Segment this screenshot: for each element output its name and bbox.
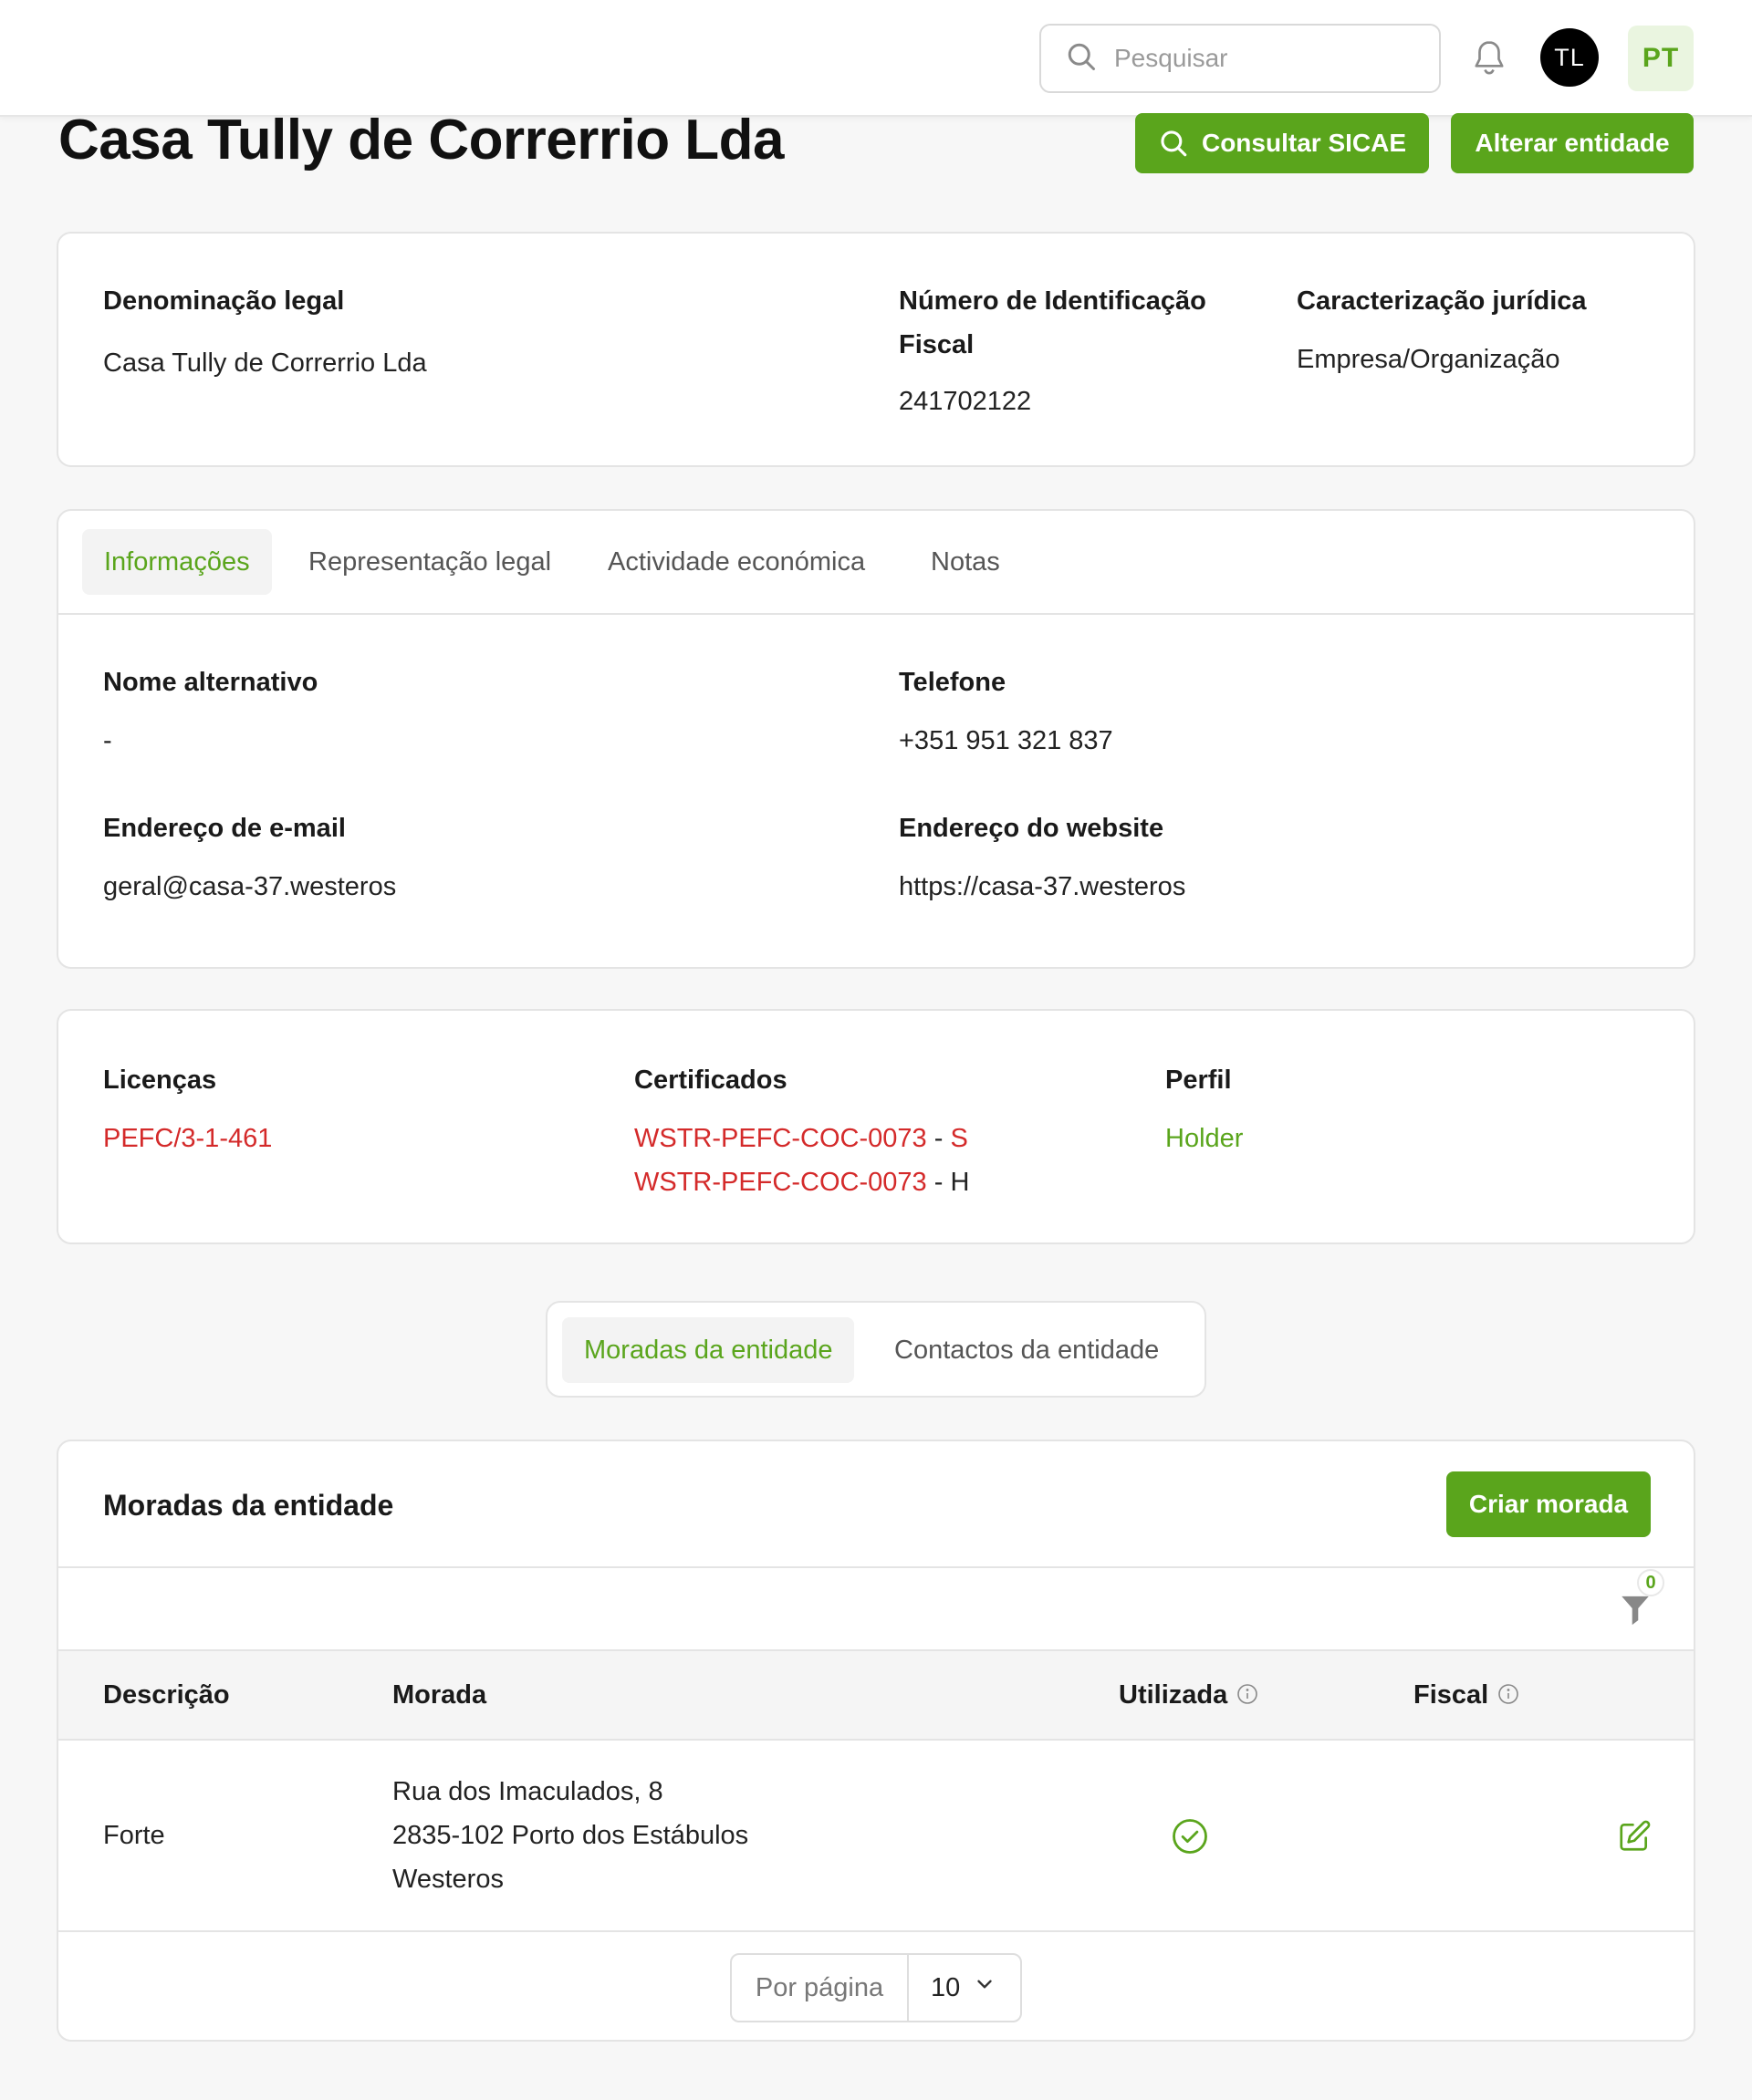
certificate-link[interactable]: WSTR-PEFC-COC-0073 <box>634 1168 927 1197</box>
row-description: Forte <box>103 1821 165 1850</box>
licenses-label: Licenças <box>103 1066 217 1095</box>
per-page-value: 10 <box>931 1972 961 2002</box>
certificates-label: Certificados <box>634 1066 787 1095</box>
user-avatar[interactable]: TL <box>1540 28 1599 87</box>
entity-info-card: Informações Representação legal Activida… <box>57 509 1695 969</box>
tab-contactos-da-entidade[interactable]: Contactos da entidade <box>872 1317 1181 1383</box>
create-address-button[interactable]: Criar morada <box>1446 1471 1651 1537</box>
divider <box>58 1566 1694 1568</box>
nif-label-line2: Fiscal <box>899 330 975 359</box>
column-fiscal-label: Fiscal <box>1413 1680 1489 1710</box>
entity-summary-card: Denominação legal Casa Tully de Correrri… <box>57 232 1695 467</box>
per-page-selector: Por página 10 <box>730 1953 1022 2022</box>
info-icon[interactable] <box>1236 1682 1258 1704</box>
nif-label-line1: Número de Identificação <box>899 286 1206 316</box>
nif-label: Número de Identificação Fiscal <box>899 279 1206 367</box>
bell-icon[interactable] <box>1471 38 1507 78</box>
column-fiscal: Fiscal <box>1413 1680 1519 1710</box>
addresses-title: Moradas da entidade <box>103 1489 394 1522</box>
consult-sicae-label: Consultar SICAE <box>1201 129 1407 157</box>
profile-value[interactable]: Holder <box>1165 1117 1243 1160</box>
table-header: Descrição Morada Utilizada Fiscal <box>58 1649 1694 1741</box>
column-descricao: Descrição <box>103 1680 230 1710</box>
language-selector[interactable]: PT <box>1628 26 1694 91</box>
info-icon[interactable] <box>1497 1682 1519 1704</box>
tab-actividade-economica[interactable]: Actividade económica <box>586 529 887 595</box>
row-address: Rua dos Imaculados, 8 2835-102 Porto dos… <box>392 1770 748 1901</box>
addresses-card: Moradas da entidade Criar morada 0 Descr… <box>57 1440 1695 2042</box>
legal-type-value: Empresa/Organização <box>1297 345 1560 374</box>
tab-representacao-legal[interactable]: Representação legal <box>287 529 573 595</box>
filter-count-badge: 0 <box>1637 1569 1664 1596</box>
licenses-card: Licenças PEFC/3-1-461 Certificados WSTR-… <box>57 1009 1695 1244</box>
license-link[interactable]: PEFC/3-1-461 <box>103 1117 272 1160</box>
website-label: Endereço do website <box>899 814 1164 843</box>
profile-label: Perfil <box>1165 1066 1232 1095</box>
legal-type-label: Caracterização jurídica <box>1297 286 1587 316</box>
phone-label: Telefone <box>899 668 1006 697</box>
address-line: 2835-102 Porto dos Estábulos <box>392 1821 749 1850</box>
edit-entity-button[interactable]: Alterar entidade <box>1451 113 1694 173</box>
certificate-item: WSTR-PEFC-COC-0073 - H <box>634 1160 969 1204</box>
edit-icon[interactable] <box>1617 1819 1652 1854</box>
alt-name-label: Nome alternativo <box>103 668 318 697</box>
certificate-separator: - <box>926 1168 951 1197</box>
nif-value: 241702122 <box>899 387 1032 416</box>
tab-moradas-da-entidade[interactable]: Moradas da entidade <box>562 1317 855 1383</box>
alt-name-value: - <box>103 726 112 755</box>
column-utilizada-label: Utilizada <box>1119 1680 1228 1710</box>
search-icon <box>1158 128 1202 159</box>
certificate-item: WSTR-PEFC-COC-0073 - S <box>634 1117 968 1160</box>
legal-name-value: Casa Tully de Correrrio Lda <box>103 348 427 378</box>
consult-sicae-button[interactable]: Consultar SICAE <box>1135 113 1429 173</box>
per-page-label: Por página <box>732 1955 909 2021</box>
entity-segment-tabs: Moradas da entidade Contactos da entidad… <box>546 1301 1206 1398</box>
phone-value: +351 951 321 837 <box>899 726 1113 755</box>
certificate-link[interactable]: WSTR-PEFC-COC-0073 <box>634 1124 927 1153</box>
email-value: geral@casa-37.westeros <box>103 872 397 901</box>
check-circle-icon <box>1171 1817 1209 1856</box>
address-line: Westeros <box>392 1865 504 1894</box>
tab-notas[interactable]: Notas <box>909 529 1022 595</box>
search-box[interactable] <box>1039 24 1441 93</box>
info-tab-bar: Informações Representação legal Activida… <box>58 511 1694 615</box>
search-icon <box>1065 40 1098 78</box>
column-morada: Morada <box>392 1680 487 1710</box>
certificate-suffix: H <box>950 1168 970 1197</box>
certificate-suffix: S <box>950 1124 968 1153</box>
legal-name-label: Denominação legal <box>103 286 345 316</box>
tab-informacoes[interactable]: Informações <box>82 529 272 595</box>
website-value: https://casa-37.westeros <box>899 872 1186 901</box>
table-row: Forte Rua dos Imaculados, 8 2835-102 Por… <box>58 1741 1694 1932</box>
search-input[interactable] <box>1114 44 1406 73</box>
certificate-separator: - <box>926 1124 951 1153</box>
page-title: Casa Tully de Correrrio Lda <box>58 109 785 172</box>
per-page-select[interactable]: 10 <box>909 1955 1020 2021</box>
chevron-down-icon <box>973 1972 996 2003</box>
address-line: Rua dos Imaculados, 8 <box>392 1777 663 1806</box>
top-bar: TL PT <box>0 0 1752 117</box>
email-label: Endereço de e-mail <box>103 814 346 843</box>
column-utilizada: Utilizada <box>1119 1680 1258 1710</box>
